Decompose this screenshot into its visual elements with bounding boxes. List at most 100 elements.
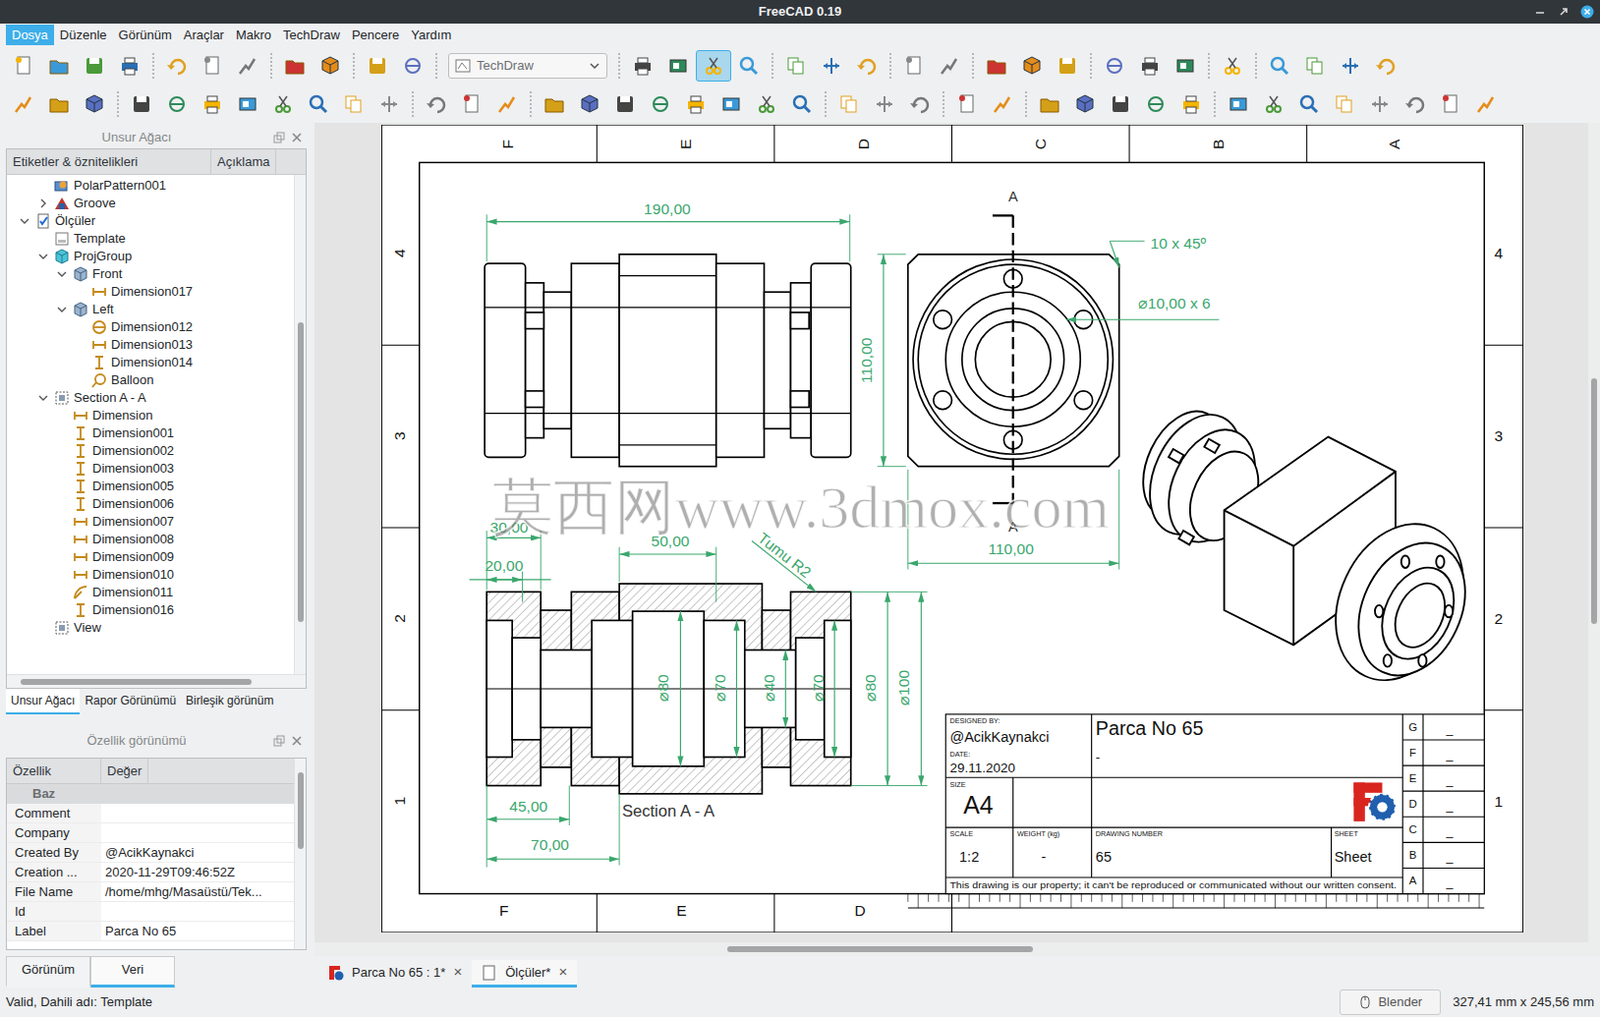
toolbar-button[interactable] — [1291, 88, 1327, 120]
toolbar-button[interactable] — [312, 50, 348, 82]
toolbar-button[interactable] — [418, 88, 455, 120]
toolbar-button[interactable] — [713, 88, 749, 120]
toolbar-button[interactable] — [1031, 88, 1068, 120]
toolbar-button[interactable] — [229, 88, 266, 120]
toolbar-button[interactable] — [784, 88, 820, 120]
vertical-scrollbar[interactable] — [293, 174, 306, 675]
tree-item[interactable]: Dimension011 — [6, 583, 294, 602]
close-tab-button[interactable]: × — [453, 961, 462, 984]
toolbar-button[interactable] — [489, 88, 525, 120]
toolbar-button[interactable] — [76, 50, 113, 82]
toolbar-button[interactable] — [625, 50, 661, 82]
tree-item[interactable]: Section A - A — [6, 389, 294, 407]
toolbar-button[interactable] — [813, 50, 850, 82]
minimize-icon[interactable] — [1533, 4, 1547, 19]
toolbar-button[interactable] — [300, 88, 337, 120]
tree-item[interactable]: Dimension — [6, 406, 294, 425]
tree-item[interactable]: Dimension016 — [6, 601, 294, 620]
tree-item[interactable]: Left — [6, 300, 294, 319]
drawing-sheet[interactable]: FEDCBAFED43214321AASection A - A190,0011… — [381, 124, 1524, 933]
toolbar-button[interactable] — [1014, 50, 1050, 82]
tree-item[interactable]: Balloon — [6, 371, 294, 390]
toolbar-button[interactable] — [536, 88, 572, 120]
tree-item[interactable]: Dimension012 — [6, 318, 294, 337]
toolbar-button[interactable] — [1362, 88, 1398, 120]
property-group[interactable]: Baz — [6, 784, 294, 804]
toolbar-button[interactable] — [76, 88, 113, 120]
property-row[interactable]: Creation ...2020-11-29T09:46:52Z — [6, 862, 294, 883]
toolbar-button[interactable] — [778, 50, 814, 82]
toolbar-button[interactable] — [571, 88, 608, 120]
toolbar-button[interactable] — [1468, 88, 1504, 120]
tree-toggle[interactable] — [55, 267, 69, 282]
toolbar-button[interactable] — [931, 50, 968, 82]
menu-item[interactable]: Araçlar — [177, 24, 230, 46]
toolbar-button[interactable] — [949, 88, 985, 120]
tree-item[interactable]: Ölçüler — [6, 212, 294, 230]
toolbar-button[interactable] — [1332, 50, 1369, 82]
toolbar-button[interactable] — [1220, 88, 1257, 120]
toolbar-button[interactable] — [5, 50, 42, 82]
toolbar-button[interactable] — [902, 88, 938, 120]
toolbar-button[interactable] — [1432, 88, 1469, 120]
close-icon[interactable] — [290, 735, 303, 747]
tree-item[interactable]: Dimension001 — [6, 424, 294, 443]
toolbar-button[interactable] — [194, 50, 230, 82]
tree-item[interactable]: Dimension010 — [6, 566, 294, 584]
toolbar-button[interactable] — [1214, 50, 1251, 82]
menu-item[interactable]: Dosya — [5, 24, 55, 46]
toolbar-button[interactable] — [896, 50, 932, 82]
float-icon[interactable] — [273, 735, 286, 747]
tree-item[interactable]: Dimension002 — [6, 442, 294, 460]
toolbar-button[interactable] — [678, 88, 714, 120]
splitter[interactable] — [306, 122, 315, 988]
toolbar-button[interactable] — [265, 88, 301, 120]
toolbar-button[interactable] — [229, 50, 266, 82]
toolbar-button[interactable] — [1261, 50, 1298, 82]
scroll-thumb[interactable] — [1591, 378, 1598, 625]
document-tab[interactable]: Ölçüler*× — [471, 960, 577, 988]
column-header[interactable]: Değer — [101, 758, 149, 784]
menu-item[interactable]: Pencere — [345, 24, 405, 46]
toolbar-button[interactable] — [123, 88, 160, 120]
toolbar-button[interactable] — [194, 88, 230, 120]
column-header[interactable]: Açıklama — [211, 149, 277, 174]
menu-item[interactable]: TechDraw — [277, 24, 346, 46]
toolbar-button[interactable] — [41, 50, 77, 82]
toolbar-button[interactable] — [607, 88, 643, 120]
tree-item[interactable]: Dimension008 — [6, 530, 294, 549]
toolbar-button[interactable] — [371, 88, 407, 120]
tree-item[interactable]: ProjGroup — [6, 247, 294, 266]
vertical-scrollbar[interactable] — [1588, 122, 1600, 943]
toolbar-button[interactable] — [866, 88, 903, 120]
tree-toggle[interactable] — [36, 391, 51, 405]
tree-item[interactable]: PolarPattern001 — [6, 176, 294, 195]
toolbar-button[interactable] — [642, 88, 679, 120]
property-row[interactable]: LabelParca No 65 — [6, 921, 294, 942]
maximize-icon[interactable] — [1556, 4, 1571, 19]
toolbar-button[interactable] — [1256, 88, 1292, 120]
scroll-thumb[interactable] — [297, 772, 304, 850]
toolbar-button[interactable] — [1049, 50, 1086, 82]
toolbar-button[interactable] — [1326, 88, 1363, 120]
panel-tab[interactable]: Rapor Görünümü — [79, 688, 181, 715]
tree-item[interactable]: Dimension006 — [6, 495, 294, 514]
toolbar-button[interactable] — [1138, 88, 1174, 120]
scroll-thumb[interactable] — [727, 946, 1033, 953]
toolbar-button[interactable] — [359, 50, 396, 82]
workbench-selector[interactable]: TechDraw — [448, 53, 608, 79]
property-row[interactable]: Company — [6, 823, 294, 844]
toolbar-button[interactable] — [1173, 88, 1209, 120]
toolbar-button[interactable] — [748, 88, 785, 120]
toolbar-button[interactable] — [112, 50, 148, 82]
toolbar-button[interactable] — [5, 88, 42, 120]
menu-item[interactable]: Yardım — [404, 24, 458, 46]
toolbar-button[interactable] — [454, 88, 490, 120]
scroll-thumb[interactable] — [297, 322, 304, 623]
property-row[interactable]: Created By@AcikKaynakci — [6, 843, 294, 863]
tree-toggle[interactable] — [55, 302, 69, 317]
toolbar-button[interactable] — [849, 50, 885, 82]
toolbar-button[interactable] — [1167, 50, 1203, 82]
toolbar-button[interactable] — [1067, 88, 1103, 120]
toolbar-button[interactable] — [1132, 50, 1168, 82]
